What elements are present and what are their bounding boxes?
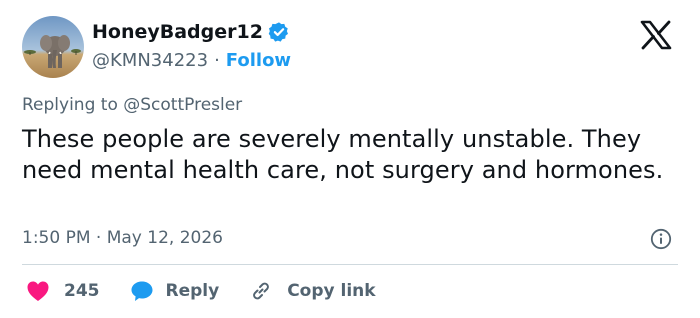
x-logo-icon[interactable]: [640, 20, 672, 50]
reply-label: Reply: [165, 281, 220, 301]
avatar[interactable]: [22, 16, 84, 78]
replying-to-line: Replying to @ScottPresler: [22, 95, 242, 115]
verified-badge-icon: [268, 21, 290, 43]
tweet-timestamp[interactable]: 1:50 PM · May 12, 2026: [22, 228, 223, 248]
divider: [22, 264, 678, 265]
tweet-text: These people are severely mentally unsta…: [22, 125, 664, 184]
name-row: HoneyBadger12: [92, 20, 290, 44]
copy-link-label: Copy link: [287, 281, 376, 301]
display-name[interactable]: HoneyBadger12: [92, 21, 263, 43]
action-bar: 245 Reply Copy link: [26, 278, 376, 304]
reply-bubble-icon: [131, 281, 152, 301]
handle-row: @KMN34223 · Follow: [92, 48, 291, 72]
follow-button[interactable]: Follow: [226, 50, 291, 71]
like-button[interactable]: 245: [26, 280, 100, 302]
separator-dot: ·: [214, 49, 220, 71]
link-icon: [253, 282, 270, 300]
tweet-embed-card: HoneyBadger12 @KMN34223 · Follow Replyin…: [0, 0, 700, 318]
heart-icon: [27, 281, 49, 301]
replying-to-mention[interactable]: @ScottPresler: [123, 95, 242, 115]
copy-link-button[interactable]: Copy link: [249, 279, 376, 303]
info-icon[interactable]: [650, 228, 672, 250]
user-handle[interactable]: @KMN34223: [92, 50, 208, 71]
avatar-elephant-image: [22, 16, 84, 78]
reply-button[interactable]: Reply: [130, 280, 220, 302]
like-count: 245: [64, 281, 100, 301]
replying-to-prefix: Replying to: [22, 95, 124, 115]
